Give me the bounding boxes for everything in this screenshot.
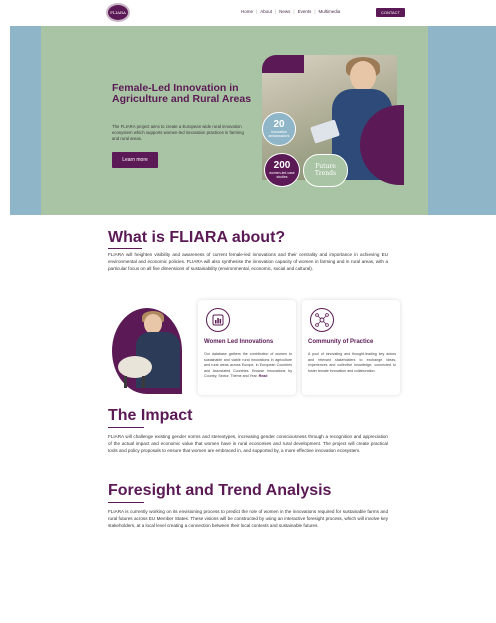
card-read-more-link[interactable]: Read — [259, 374, 268, 378]
about-text: FLIARA will heighten visibility and awar… — [108, 252, 388, 271]
impact-underline — [108, 427, 144, 428]
card-title: Women Led Innovations — [204, 339, 274, 345]
woman-with-sheep-image — [108, 300, 186, 398]
stat-ambassadors: 20 innovation ambassadors — [262, 112, 296, 146]
impact-text: FLIARA will challenge existing gender no… — [108, 434, 388, 453]
card-title: Community of Practice — [308, 339, 374, 345]
nav-link-multimedia[interactable]: Multimedia — [316, 9, 344, 14]
nav-link-home[interactable]: Home — [238, 9, 256, 14]
fliara-logo[interactable]: FLIARA — [106, 3, 130, 22]
stat-number: 200 — [273, 159, 291, 171]
hero-accent-shape — [262, 55, 304, 73]
stat-label: innovation ambassadors — [268, 129, 290, 138]
stat-number: 20 — [273, 118, 285, 130]
bar-chart-icon — [206, 308, 230, 332]
card-body: Our database gathers the contribution of… — [204, 352, 292, 379]
card-women-led-innovations[interactable]: Women Led Innovations Our database gathe… — [198, 300, 296, 395]
nav-links: Home | About | News | Events | Multimedi… — [238, 9, 343, 14]
foresight-underline — [108, 502, 144, 503]
image-head — [144, 314, 162, 334]
network-icon — [310, 308, 334, 332]
foresight-title: Foresight and Trend Analysis — [108, 482, 332, 499]
sheep-leg — [124, 376, 127, 388]
card-community-of-practice[interactable]: Community of Practice A pool of innovati… — [302, 300, 400, 395]
contact-button[interactable]: CONTACT — [376, 8, 405, 17]
stat-label: women-led case studies — [269, 170, 295, 179]
hero-description: The FLIARA project aims to create a Euro… — [112, 124, 244, 142]
stat-case-studies: 200 women-led case studies — [264, 153, 300, 187]
impact-title: The Impact — [108, 407, 193, 424]
card-text: Our database gathers the contribution of… — [204, 352, 292, 380]
future-trends-bubble[interactable]: Future Trends — [303, 154, 348, 187]
about-title: What is FLIARA about? — [108, 229, 286, 246]
card-text: A pool of innovating and thought-leading… — [308, 352, 396, 373]
nav-link-news[interactable]: News — [276, 9, 293, 14]
top-navigation: FLIARA Home | About | News | Events | Mu… — [0, 0, 496, 26]
sheep-leg — [142, 376, 145, 388]
image-sheep — [118, 356, 152, 378]
photo-head — [350, 61, 376, 91]
hero-title: Female-Led Innovation in Agriculture and… — [112, 82, 252, 106]
logo-text: FLIARA — [110, 10, 126, 15]
nav-link-events[interactable]: Events — [295, 9, 315, 14]
learn-more-button[interactable]: Learn more — [112, 152, 158, 168]
foresight-text: FLIARA is currently working on its envis… — [108, 509, 388, 528]
trends-label: Trends — [314, 169, 337, 177]
about-underline — [108, 248, 142, 249]
nav-link-about[interactable]: About — [257, 9, 275, 14]
